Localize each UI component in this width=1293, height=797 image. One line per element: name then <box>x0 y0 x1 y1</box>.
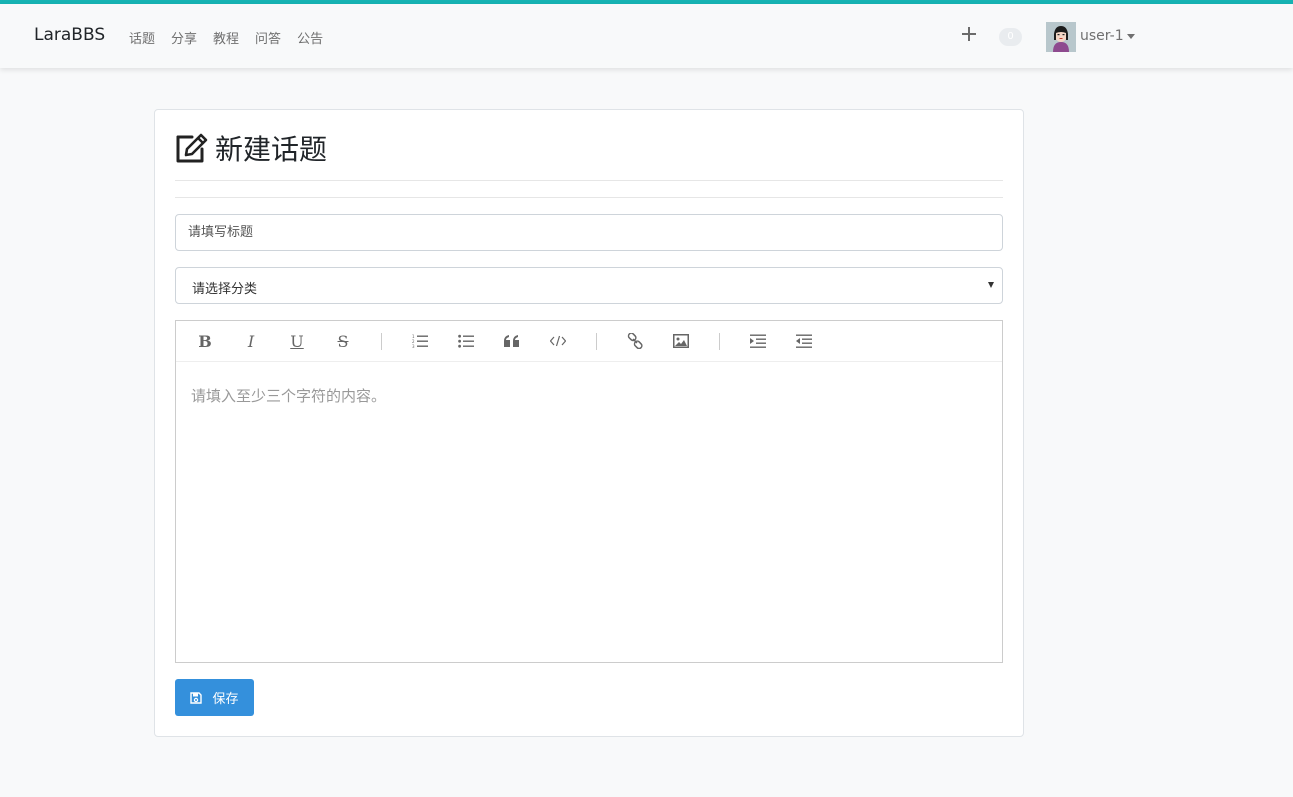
toolbar-separator <box>381 333 382 350</box>
chevron-down-icon[interactable] <box>1127 34 1135 39</box>
floppy-disk-icon <box>190 691 203 704</box>
nav-link-tutorials[interactable]: 教程 <box>213 28 239 47</box>
nav-link-announcements[interactable]: 公告 <box>297 28 323 47</box>
divider <box>175 180 1003 181</box>
user-avatar[interactable] <box>1046 22 1076 52</box>
create-topic-plus-icon[interactable] <box>961 26 977 42</box>
unordered-list-icon[interactable] <box>455 331 477 351</box>
save-button-label: 保存 <box>212 692 239 707</box>
title-input[interactable] <box>175 214 1003 251</box>
editor-placeholder: 请填入至少三个字符的内容。 <box>191 387 387 405</box>
content-editor[interactable]: B I U S 123 请填入至少三个字符的内容。 <box>175 320 1003 663</box>
italic-icon[interactable]: I <box>240 331 262 351</box>
link-icon[interactable] <box>624 331 646 351</box>
brand-logo[interactable]: LaraBBS <box>34 25 105 45</box>
indent-icon[interactable] <box>747 331 769 351</box>
strikethrough-icon[interactable]: S <box>332 331 354 351</box>
edit-icon <box>176 133 208 163</box>
new-topic-card: 新建话题 请选择分类 B I U S 123 <box>154 109 1024 737</box>
blockquote-icon[interactable] <box>501 331 523 351</box>
category-select[interactable]: 请选择分类 <box>175 267 1003 304</box>
nav-link-topics[interactable]: 话题 <box>129 28 155 47</box>
svg-text:3: 3 <box>412 344 415 348</box>
avatar-image <box>1046 22 1076 52</box>
outdent-icon[interactable] <box>793 331 815 351</box>
toolbar-separator <box>596 333 597 350</box>
save-button[interactable]: 保存 <box>175 679 254 716</box>
select-arrow-icon <box>988 282 994 288</box>
code-icon[interactable] <box>547 331 569 351</box>
nav-links: 话题 分享 教程 问答 公告 <box>129 28 339 47</box>
bold-icon[interactable]: B <box>194 331 216 351</box>
nav-link-qa[interactable]: 问答 <box>255 28 281 47</box>
username-dropdown[interactable]: user-1 <box>1080 28 1124 44</box>
page-title: 新建话题 <box>215 133 328 166</box>
navbar: LaraBBS 话题 分享 教程 问答 公告 0 user-1 <box>0 4 1293 68</box>
nav-link-share[interactable]: 分享 <box>171 28 197 47</box>
editor-toolbar: B I U S 123 <box>176 321 1002 362</box>
ordered-list-icon[interactable]: 123 <box>409 331 431 351</box>
category-select-value: 请选择分类 <box>192 282 258 297</box>
notification-badge[interactable]: 0 <box>999 28 1022 46</box>
image-icon[interactable] <box>670 331 692 351</box>
toolbar-separator <box>719 333 720 350</box>
underline-icon[interactable]: U <box>286 331 308 351</box>
divider <box>175 197 1003 198</box>
